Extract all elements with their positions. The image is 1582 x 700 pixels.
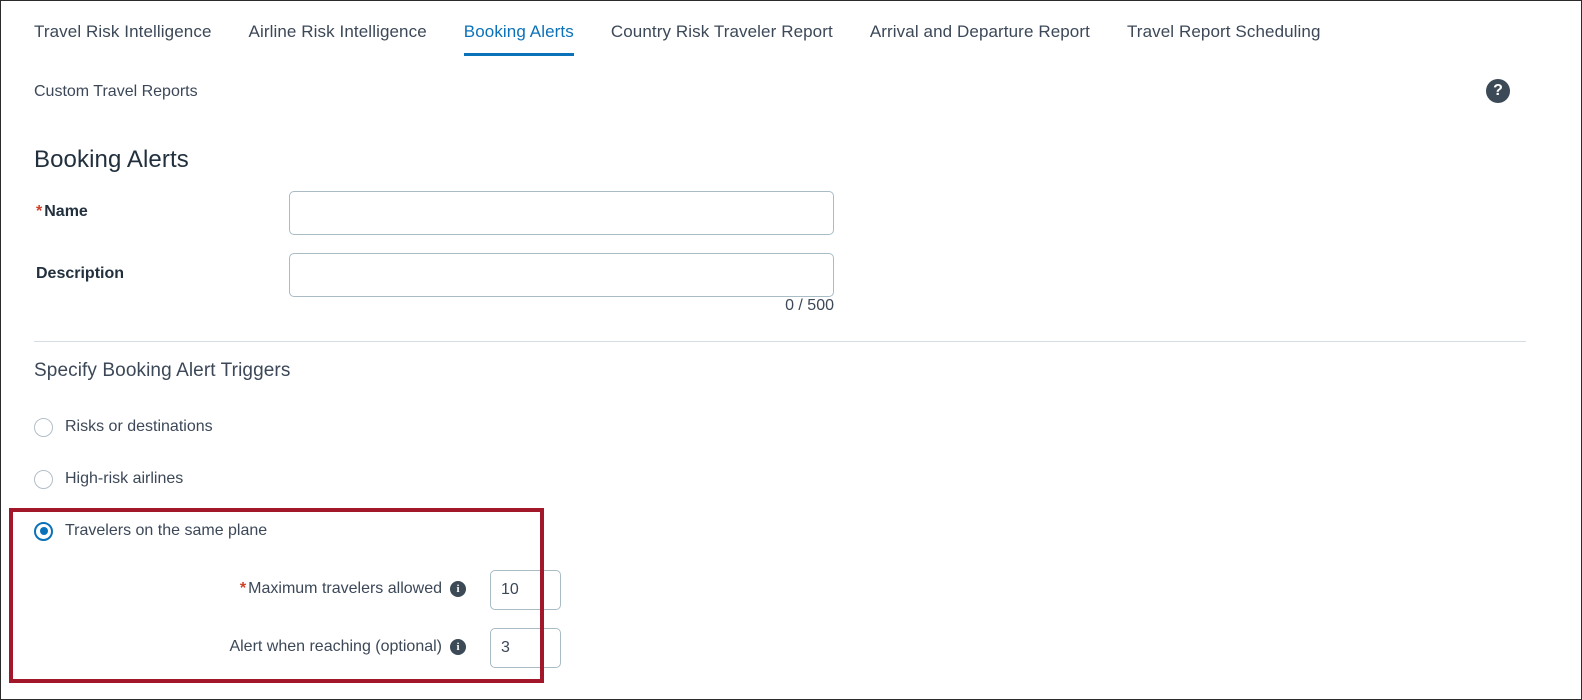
- info-circle-icon[interactable]: i: [450, 581, 466, 597]
- help-circle-icon[interactable]: ?: [1486, 79, 1510, 103]
- page-title: Booking Alerts: [34, 146, 189, 173]
- tab-travel-risk-intelligence[interactable]: Travel Risk Intelligence: [34, 1, 212, 41]
- triggers-section-title: Specify Booking Alert Triggers: [34, 360, 291, 381]
- tab-booking-alerts[interactable]: Booking Alerts: [463, 1, 574, 56]
- description-input[interactable]: [289, 253, 834, 297]
- radio-label: High-risk airlines: [65, 470, 184, 487]
- booking-alerts-page: Travel Risk Intelligence Airline Risk In…: [0, 0, 1582, 700]
- tab-label: Airline Risk Intelligence: [248, 22, 427, 41]
- radio-option-travelers-on-the-same-plane[interactable]: Travelers on the same plane: [34, 518, 267, 544]
- radio-label: Travelers on the same plane: [65, 522, 268, 539]
- tab-label: Travel Risk Intelligence: [34, 22, 212, 41]
- section-divider: [34, 341, 1526, 342]
- maximum-travelers-allowed-row: * Maximum travelers allowed i: [34, 570, 561, 610]
- radio-button[interactable]: [34, 417, 53, 437]
- tab-country-risk-traveler-report[interactable]: Country Risk Traveler Report: [610, 1, 833, 41]
- maximum-travelers-allowed-label-text: Maximum travelers allowed: [248, 580, 442, 597]
- description-char-counter: 0 / 500: [785, 297, 834, 314]
- alert-when-reaching-input[interactable]: [490, 628, 561, 668]
- alert-when-reaching-label-text: Alert when reaching (optional): [229, 638, 442, 655]
- maximum-travelers-allowed-label: * Maximum travelers allowed i: [240, 580, 466, 598]
- tab-label: Booking Alerts: [463, 22, 574, 41]
- tab-airline-risk-intelligence[interactable]: Airline Risk Intelligence: [248, 1, 427, 41]
- tab-label: Country Risk Traveler Report: [610, 22, 833, 41]
- tab-travel-report-scheduling[interactable]: Travel Report Scheduling: [1126, 1, 1321, 41]
- maximum-travelers-allowed-input[interactable]: [490, 570, 561, 610]
- radio-button[interactable]: [34, 469, 53, 489]
- tab-arrival-and-departure-report[interactable]: Arrival and Departure Report: [869, 1, 1090, 41]
- name-label-text: Name: [44, 203, 88, 220]
- name-label: * Name: [36, 203, 88, 221]
- primary-tab-bar: Travel Risk Intelligence Airline Risk In…: [1, 1, 1581, 60]
- alert-when-reaching-row: Alert when reaching (optional) i: [34, 628, 561, 668]
- description-label-text: Description: [36, 265, 125, 282]
- breadcrumb-row: Custom Travel Reports ?: [1, 79, 1581, 113]
- breadcrumb[interactable]: Custom Travel Reports: [34, 83, 198, 101]
- description-field-row: Description: [1, 253, 901, 299]
- description-label: Description: [36, 265, 124, 283]
- name-input[interactable]: [289, 191, 834, 235]
- radio-option-risks-or-destinations[interactable]: Risks or destinations: [34, 414, 213, 440]
- name-field-row: * Name: [1, 191, 901, 237]
- radio-button-selected[interactable]: [34, 521, 53, 541]
- radio-option-high-risk-airlines[interactable]: High-risk airlines: [34, 466, 183, 492]
- alert-when-reaching-label: Alert when reaching (optional) i: [229, 638, 466, 656]
- info-circle-icon[interactable]: i: [450, 639, 466, 655]
- required-marker: *: [36, 203, 43, 220]
- tab-label: Travel Report Scheduling: [1126, 22, 1321, 41]
- radio-label: Risks or destinations: [65, 418, 213, 435]
- required-marker: *: [239, 580, 247, 597]
- tab-label: Arrival and Departure Report: [869, 22, 1090, 41]
